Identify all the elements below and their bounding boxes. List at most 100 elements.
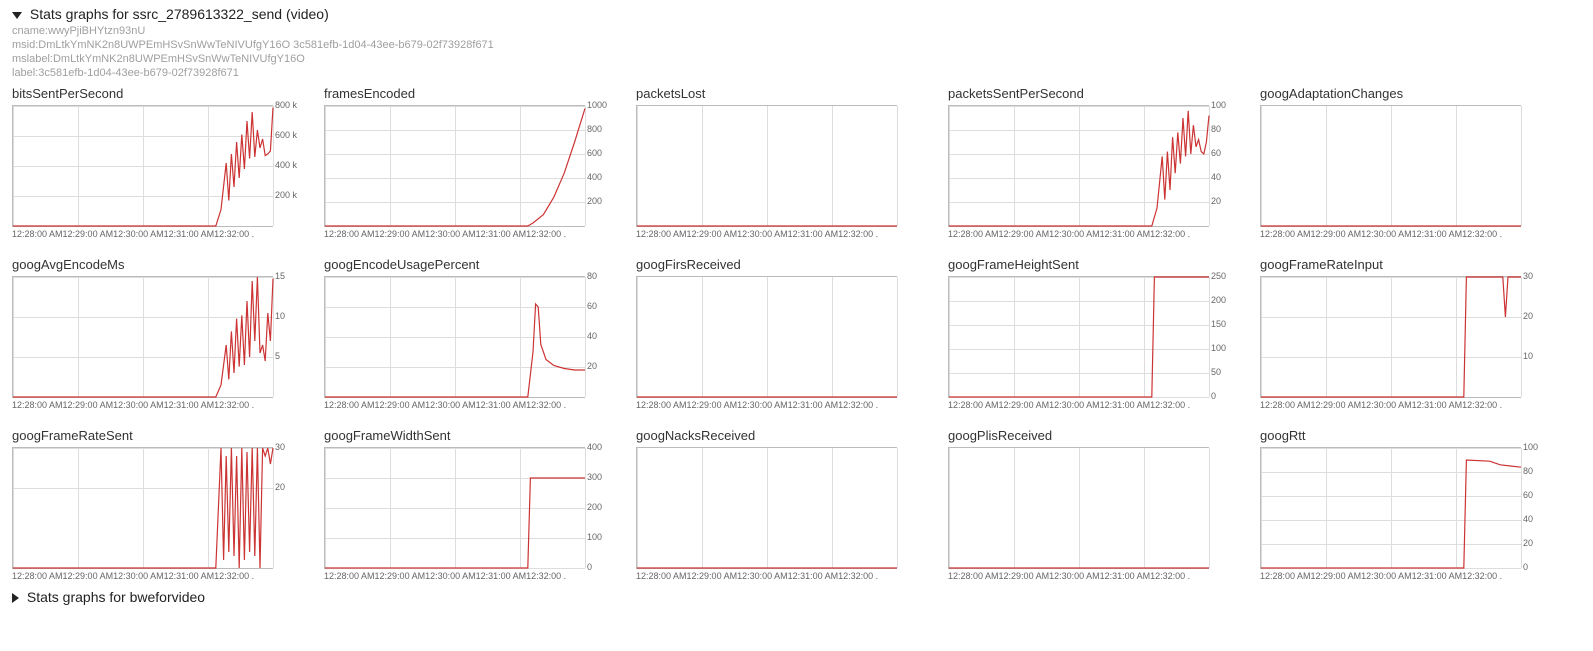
chart-bitsSentPerSecond: bitsSentPerSecond 200 k400 k600 k800 k 12:…: [12, 86, 302, 239]
plot-area: [1260, 105, 1521, 227]
chart-googRtt: googRtt02040608010012:28:00 AM12:29:00 A…: [1260, 428, 1550, 581]
plot-area: [324, 105, 585, 227]
y-tick: 400: [587, 442, 602, 452]
plot-area: [12, 105, 273, 227]
y-axis: [897, 105, 925, 227]
chart-title: googNacksReceived: [636, 428, 926, 443]
y-axis: [1521, 105, 1549, 227]
y-tick: 30: [1523, 271, 1533, 281]
y-tick: 100: [1211, 100, 1226, 110]
y-axis: 2030: [273, 447, 301, 569]
y-tick: 80: [1523, 466, 1533, 476]
x-axis: 12:28:00 AM12:29:00 AM12:30:00 AM12:31:0…: [1260, 229, 1550, 239]
chart-packetsLost: packetsLost 12:28:00 AM12:29:00 AM12:30:0…: [636, 86, 926, 239]
plot-area: [324, 276, 585, 398]
plot-area: [12, 447, 273, 569]
x-axis: 12:28:00 AM12:29:00 AM12:30:00 AM12:31:0…: [948, 400, 1238, 410]
x-axis: 12:28:00 AM12:29:00 AM12:30:00 AM12:31:0…: [948, 571, 1238, 581]
chart-framesEncoded: framesEncoded200400600800100012:28:00 AM…: [324, 86, 614, 239]
chart-title: googFrameRateSent: [12, 428, 302, 443]
charts-grid: bitsSentPerSecond 200 k400 k600 k800 k 12:…: [12, 86, 1581, 581]
x-axis: 12:28:00 AM12:29:00 AM12:30:00 AM12:31:0…: [636, 400, 926, 410]
disclosure-triangle-right-icon[interactable]: [12, 593, 19, 603]
y-axis: 2004006008001000: [585, 105, 613, 227]
chart-googFrameRateSent: googFrameRateSent 2030 12:28:00 AM12:29:00…: [12, 428, 302, 581]
y-tick: 1000: [587, 100, 607, 110]
chart-title: bitsSentPerSecond: [12, 86, 302, 101]
plot-area: [636, 276, 897, 398]
y-tick: 20: [1523, 538, 1533, 548]
y-tick: 80: [587, 271, 597, 281]
y-tick: 40: [587, 331, 597, 341]
y-tick: 600 k: [275, 130, 297, 140]
x-axis: 12:28:00 AM12:29:00 AM12:30:00 AM12:31:0…: [12, 229, 302, 239]
y-tick: 100: [587, 532, 602, 542]
y-tick: 600: [587, 148, 602, 158]
chart-googFirsReceived: googFirsReceived12:28:00 AM12:29:00 AM12…: [636, 257, 926, 410]
y-tick: 200 k: [275, 190, 297, 200]
section-header-collapsed[interactable]: Stats graphs for bweforvideo: [12, 589, 1581, 605]
section-header[interactable]: Stats graphs for ssrc_2789613322_send (v…: [12, 6, 1581, 22]
chart-googAvgEncodeMs: googAvgEncodeMs5101512:28:00 AM12:29:00 …: [12, 257, 302, 410]
x-axis: 12:28:00 AM12:29:00 AM12:30:00 AM12:31:0…: [324, 571, 614, 581]
y-tick: 0: [1523, 562, 1528, 572]
chart-googEncodeUsagePercent: googEncodeUsagePercent2040608012:28:00 A…: [324, 257, 614, 410]
chart-title: packetsLost: [636, 86, 926, 101]
chart-googAdaptationChanges: googAdaptationChanges12:28:00 AM12:29:00…: [1260, 86, 1550, 239]
x-axis: 12:28:00 AM12:29:00 AM12:30:00 AM12:31:0…: [948, 229, 1238, 239]
y-tick: 800 k: [275, 100, 297, 110]
plot-area: [324, 447, 585, 569]
x-axis: 12:28:00 AM12:29:00 AM12:30:00 AM12:31:0…: [636, 229, 926, 239]
plot-area: [12, 276, 273, 398]
y-tick: 50: [1211, 367, 1221, 377]
chart-title: googPlisReceived: [948, 428, 1238, 443]
y-tick: 300: [587, 472, 602, 482]
y-axis: 020406080100: [1521, 447, 1549, 569]
y-tick: 60: [1523, 490, 1533, 500]
y-tick: 200: [587, 196, 602, 206]
x-axis: 12:28:00 AM12:29:00 AM12:30:00 AM12:31:0…: [324, 229, 614, 239]
y-tick: 0: [587, 562, 592, 572]
x-axis: 12:28:00 AM12:29:00 AM12:30:00 AM12:31:0…: [1260, 571, 1550, 581]
y-tick: 100: [1523, 442, 1538, 452]
chart-googFrameWidthSent: googFrameWidthSent010020030040012:28:00 …: [324, 428, 614, 581]
chart-googPlisReceived: googPlisReceived 12:28:00 AM12:29:00 AM12…: [948, 428, 1238, 581]
y-tick: 10: [275, 311, 285, 321]
plot-area: [948, 447, 1209, 569]
y-tick: 150: [1211, 319, 1226, 329]
y-tick: 60: [1211, 148, 1221, 158]
plot-area: [1260, 276, 1521, 398]
chart-packetsSentPerSecond: packetsSentPerSecond2040608010012:28:00 …: [948, 86, 1238, 239]
y-tick: 20: [1523, 311, 1533, 321]
chart-googFrameRateInput: googFrameRateInput 102030 12:28:00 AM12:29…: [1260, 257, 1550, 410]
y-axis: [897, 447, 925, 569]
y-axis: 102030: [1521, 276, 1549, 398]
x-axis: 12:28:00 AM12:29:00 AM12:30:00 AM12:31:0…: [324, 400, 614, 410]
y-axis: 200 k400 k600 k800 k: [273, 105, 301, 227]
chart-title: googAvgEncodeMs: [12, 257, 302, 272]
y-tick: 20: [275, 482, 285, 492]
plot-area: [1260, 447, 1521, 569]
y-tick: 60: [587, 301, 597, 311]
y-tick: 20: [1211, 196, 1221, 206]
y-tick: 100: [1211, 343, 1226, 353]
plot-area: [948, 105, 1209, 227]
disclosure-triangle-down-icon[interactable]: [12, 12, 22, 19]
y-tick: 250: [1211, 271, 1226, 281]
plot-area: [636, 447, 897, 569]
chart-title: googFrameHeightSent: [948, 257, 1238, 272]
y-axis: 20406080: [585, 276, 613, 398]
section-title: Stats graphs for ssrc_2789613322_send (v…: [30, 6, 329, 22]
y-axis: [1209, 447, 1237, 569]
y-axis: [897, 276, 925, 398]
x-axis: 12:28:00 AM12:29:00 AM12:30:00 AM12:31:0…: [12, 400, 302, 410]
x-axis: 12:28:00 AM12:29:00 AM12:30:00 AM12:31:0…: [12, 571, 302, 581]
plot-area: [948, 276, 1209, 398]
y-tick: 15: [275, 271, 285, 281]
chart-title: googFrameRateInput: [1260, 257, 1550, 272]
x-axis: 12:28:00 AM12:29:00 AM12:30:00 AM12:31:0…: [1260, 400, 1550, 410]
y-tick: 400: [587, 172, 602, 182]
y-tick: 40: [1523, 514, 1533, 524]
y-axis: 050100150200250: [1209, 276, 1237, 398]
x-axis: 12:28:00 AM12:29:00 AM12:30:00 AM12:31:0…: [636, 571, 926, 581]
